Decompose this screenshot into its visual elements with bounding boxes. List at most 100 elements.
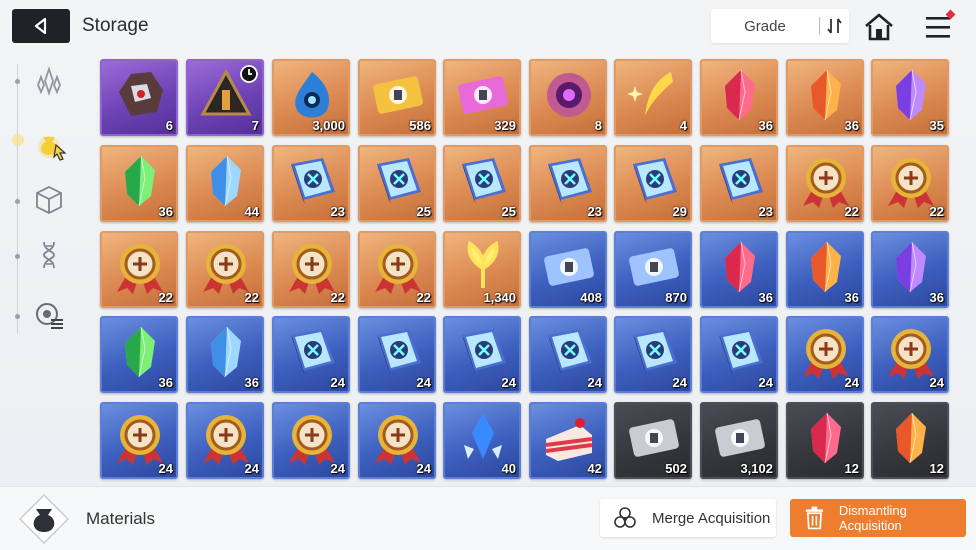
- inventory-slot[interactable]: 24: [871, 316, 949, 393]
- inventory-slot[interactable]: 3,000: [272, 59, 350, 136]
- inventory-slot[interactable]: 24: [443, 316, 521, 393]
- inventory-slot[interactable]: 22: [272, 231, 350, 308]
- sidebar-tab-materials[interactable]: [28, 122, 70, 164]
- skill-book-swords-icon: [291, 329, 335, 375]
- home-icon: [865, 13, 893, 41]
- crystal-orange-icon: [811, 241, 841, 293]
- inventory-slot[interactable]: 23: [700, 145, 778, 222]
- item-count: 502: [665, 461, 687, 476]
- inventory-slot[interactable]: 23: [272, 145, 350, 222]
- dismantling-acquisition-button[interactable]: Dismantling Acquisition: [790, 499, 966, 537]
- item-count: 24: [244, 461, 259, 476]
- crystal-purple-icon: [896, 69, 926, 121]
- inventory-slot[interactable]: 24: [358, 402, 436, 479]
- inventory-slot[interactable]: 36: [100, 316, 178, 393]
- gold-sprout-icon: [467, 240, 499, 288]
- category-label: Materials: [86, 509, 155, 528]
- inventory-slot[interactable]: 36: [700, 59, 778, 136]
- inventory-slot[interactable]: 24: [614, 316, 692, 393]
- inventory-slot[interactable]: 22: [358, 231, 436, 308]
- back-button[interactable]: [12, 9, 70, 43]
- merge-icon: [614, 507, 636, 528]
- inventory-slot[interactable]: 35: [871, 59, 949, 136]
- item-count: 3,000: [312, 118, 345, 133]
- item-count: 24: [844, 375, 859, 390]
- item-count: 22: [158, 290, 173, 305]
- sidebar-tab-genes[interactable]: [28, 234, 70, 276]
- inventory-slot[interactable]: 502: [614, 402, 692, 479]
- inventory-slot[interactable]: 36: [700, 231, 778, 308]
- inventory-slot[interactable]: 329: [443, 59, 521, 136]
- inventory-slot[interactable]: 24: [700, 316, 778, 393]
- inventory-slot[interactable]: 22: [786, 145, 864, 222]
- inventory-slot[interactable]: 25: [443, 145, 521, 222]
- dismantling-acquisition-label: Dismantling Acquisition: [838, 503, 907, 533]
- item-count: 36: [158, 375, 173, 390]
- crystal-purple-icon: [896, 241, 926, 293]
- medal-bow-icon: [203, 244, 249, 294]
- top-bar: Storage Grade: [0, 0, 976, 52]
- sort-grade-button[interactable]: Grade: [711, 9, 849, 43]
- inventory-slot[interactable]: 22: [871, 145, 949, 222]
- blue-flame-icon: [295, 72, 330, 118]
- inventory-slot[interactable]: 36: [871, 231, 949, 308]
- skill-book-eye-icon: [462, 158, 506, 204]
- grey-ticket-icon: [629, 419, 679, 457]
- item-count: 586: [409, 118, 431, 133]
- medal-bow-icon: [203, 415, 249, 465]
- inventory-slot[interactable]: 22: [100, 231, 178, 308]
- sidebar-tab-planets[interactable]: [28, 294, 70, 336]
- crystal-red-icon: [725, 241, 755, 293]
- inventory-slot[interactable]: 44: [186, 145, 264, 222]
- inventory-slot[interactable]: 23: [529, 145, 607, 222]
- item-count: 25: [416, 204, 431, 219]
- medal-cross-icon: [803, 329, 849, 379]
- inventory-slot[interactable]: 586: [358, 59, 436, 136]
- inventory-slot[interactable]: 12: [871, 402, 949, 479]
- inventory-slot[interactable]: 36: [100, 145, 178, 222]
- sidebar-dot: [15, 314, 20, 319]
- page-title: Storage: [82, 15, 149, 36]
- inventory-slot[interactable]: 3,102: [700, 402, 778, 479]
- inventory-slot[interactable]: 24: [100, 402, 178, 479]
- inventory-slot[interactable]: 24: [529, 316, 607, 393]
- sidebar-tab-crystals[interactable]: [28, 60, 70, 102]
- inventory-slot[interactable]: 12: [786, 402, 864, 479]
- item-count: 29: [672, 204, 687, 219]
- inventory-slot[interactable]: 40: [443, 402, 521, 479]
- inventory-slot[interactable]: 24: [786, 316, 864, 393]
- sort-label: Grade: [744, 17, 786, 35]
- inventory-slot[interactable]: 29: [614, 145, 692, 222]
- menu-button[interactable]: [922, 9, 956, 43]
- item-count: 42: [587, 461, 602, 476]
- sort-order-toggle[interactable]: [820, 17, 849, 35]
- grey-star-ticket-icon: [715, 419, 765, 457]
- inventory-slot[interactable]: 24: [186, 402, 264, 479]
- inventory-slot[interactable]: 22: [186, 231, 264, 308]
- inventory-slot[interactable]: 36: [186, 316, 264, 393]
- item-count: 329: [494, 118, 516, 133]
- crystal-blue-icon: [211, 155, 241, 207]
- sidebar-tab-gear[interactable]: [28, 179, 70, 221]
- inventory-slot[interactable]: 36: [786, 59, 864, 136]
- inventory-slot[interactable]: 7: [186, 59, 264, 136]
- inventory-slot[interactable]: 4: [614, 59, 692, 136]
- item-count: 36: [929, 290, 944, 305]
- inventory-slot[interactable]: 25: [358, 145, 436, 222]
- crystal-green-icon: [125, 155, 155, 207]
- inventory-slot[interactable]: 6: [100, 59, 178, 136]
- inventory-slot[interactable]: 42: [529, 402, 607, 479]
- inventory-slot[interactable]: 24: [272, 402, 350, 479]
- inventory-slot[interactable]: 1,340: [443, 231, 521, 308]
- crystal-cluster-icon: [37, 66, 61, 96]
- inventory-slot[interactable]: 36: [786, 231, 864, 308]
- inventory-slot[interactable]: 24: [358, 316, 436, 393]
- merge-acquisition-button[interactable]: Merge Acquisition: [600, 499, 776, 537]
- materials-pouch-icon: [18, 493, 70, 545]
- star-ticket-icon: [629, 248, 679, 286]
- inventory-slot[interactable]: 408: [529, 231, 607, 308]
- inventory-slot[interactable]: 24: [272, 316, 350, 393]
- inventory-slot[interactable]: 8: [529, 59, 607, 136]
- home-button[interactable]: [862, 11, 896, 43]
- inventory-slot[interactable]: 870: [614, 231, 692, 308]
